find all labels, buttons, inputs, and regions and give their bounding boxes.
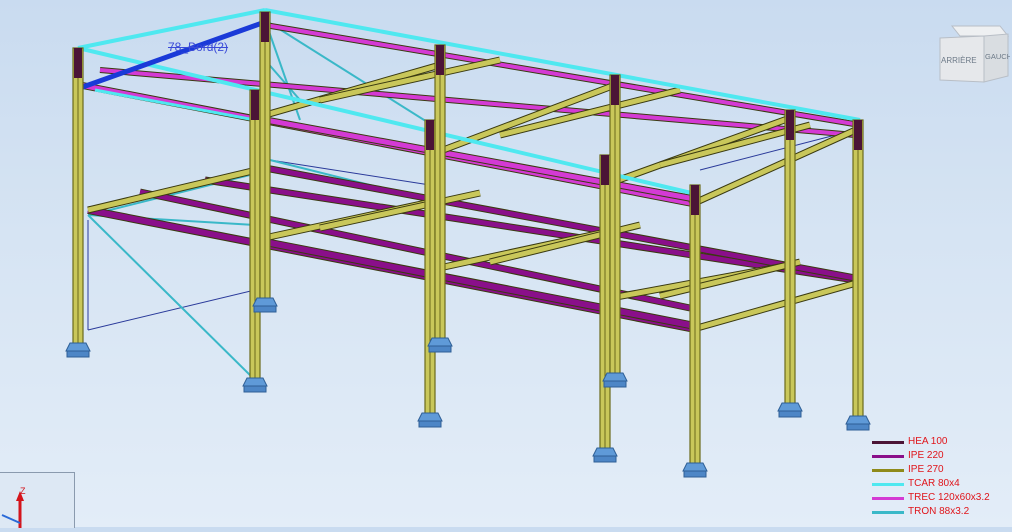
legend-label: TRON 88x3.2: [908, 506, 970, 517]
legend-swatch: [872, 483, 904, 486]
footing-base[interactable]: [243, 385, 267, 393]
legend-label: TREC 120x60x3.2: [908, 492, 990, 503]
legend-swatch: [872, 497, 904, 500]
view-cube-face-back[interactable]: ARRIÈRE: [941, 56, 977, 65]
lower-ipe270-crossbeam[interactable]: [689, 279, 861, 333]
legend-item: TRON 88x3.2: [872, 505, 1008, 519]
footing[interactable]: [427, 337, 453, 347]
column-head[interactable]: [854, 120, 862, 150]
footing-base[interactable]: [603, 380, 627, 388]
axis-triad-icon: [1, 491, 24, 528]
footing-base[interactable]: [253, 305, 277, 313]
footing[interactable]: [242, 377, 268, 387]
footing[interactable]: [602, 372, 628, 382]
legend-item: HEA 100: [872, 435, 1008, 449]
legend-swatch: [872, 469, 904, 472]
column-head[interactable]: [74, 48, 82, 78]
column-head[interactable]: [261, 12, 269, 42]
footing-base[interactable]: [683, 470, 707, 478]
legend-swatch: [872, 441, 904, 444]
lower-ipe270-crossbeam[interactable]: [659, 259, 801, 299]
legend-label: IPE 220: [908, 450, 944, 461]
column-head[interactable]: [436, 45, 444, 75]
footing[interactable]: [252, 297, 278, 307]
3d-viewport[interactable]: 78_Bord(2): [0, 0, 1012, 527]
axis-z-label: Z: [20, 486, 26, 496]
column-head[interactable]: [426, 120, 434, 150]
footing[interactable]: [417, 412, 443, 422]
roof-tcar-inner[interactable]: [94, 88, 256, 122]
legend-label: HEA 100: [908, 436, 948, 447]
footing[interactable]: [845, 415, 871, 425]
column-head[interactable]: [251, 90, 259, 120]
structure-model[interactable]: [0, 0, 1012, 527]
legend-swatch: [872, 511, 904, 514]
panel-edge[interactable]: [87, 289, 256, 331]
view-cube-face-left[interactable]: GAUCHE: [985, 52, 1012, 61]
legend-item: TREC 120x60x3.2: [872, 491, 1008, 505]
footing[interactable]: [65, 342, 91, 352]
footing[interactable]: [682, 462, 708, 472]
lower-ipe220-edge[interactable]: [254, 237, 691, 328]
footing-base[interactable]: [418, 420, 442, 428]
footing-base[interactable]: [778, 410, 802, 418]
section-legend: HEA 100 IPE 220 IPE 270 TCAR 80x4 TREC 120x6…: [872, 435, 1008, 519]
footing-base[interactable]: [846, 423, 870, 431]
footing[interactable]: [777, 402, 803, 412]
column-head[interactable]: [691, 185, 699, 215]
legend-item: TCAR 80x4: [872, 477, 1008, 491]
footing-base[interactable]: [428, 345, 452, 353]
view-cube[interactable]: ARRIÈRE GAUCHE: [938, 22, 1012, 88]
legend-label: IPE 270: [908, 464, 944, 475]
legend-swatch: [872, 455, 904, 458]
legend-item: IPE 220: [872, 449, 1008, 463]
footing-base[interactable]: [593, 455, 617, 463]
legend-label: TCAR 80x4: [908, 478, 960, 489]
axis-triad: Z: [0, 472, 75, 528]
roof-trec-edge[interactable]: [254, 115, 701, 203]
lower-ipe270-crossbeam[interactable]: [87, 165, 266, 213]
footing[interactable]: [592, 447, 618, 457]
column-head[interactable]: [611, 75, 619, 105]
column-head[interactable]: [786, 110, 794, 140]
selected-bar-label: 78_Bord(2): [168, 40, 229, 54]
roof-ipe270-crossbeam[interactable]: [429, 82, 616, 158]
column-head[interactable]: [601, 155, 609, 185]
legend-item: IPE 270: [872, 463, 1008, 477]
footing-base[interactable]: [66, 350, 90, 358]
